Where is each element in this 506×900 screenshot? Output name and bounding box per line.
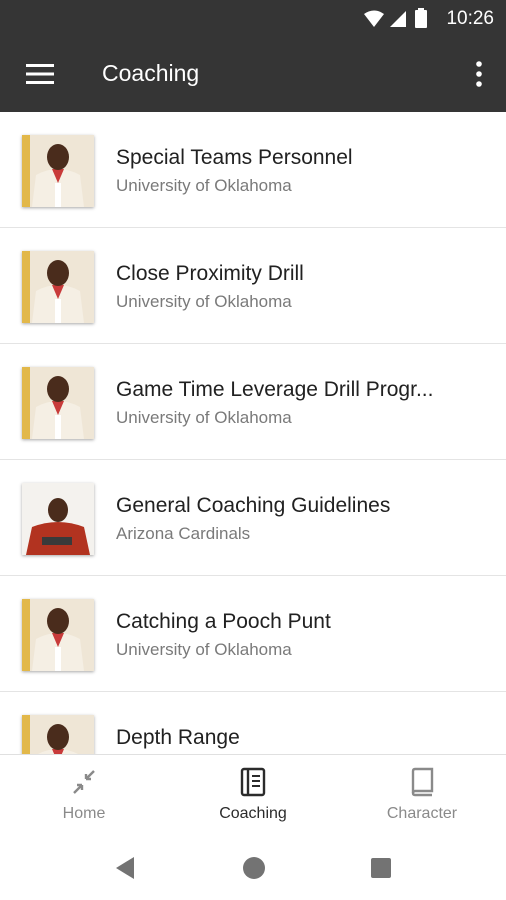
- nav-character[interactable]: Character: [338, 755, 506, 841]
- status-time: 10:26: [446, 8, 494, 29]
- app-bar: Coaching: [0, 38, 506, 112]
- more-vert-icon[interactable]: [474, 60, 484, 88]
- status-bar: 10:26: [0, 0, 506, 38]
- list-item[interactable]: Close Proximity Drill University of Okla…: [0, 228, 506, 344]
- list-item[interactable]: Game Time Leverage Drill Progr... Univer…: [0, 344, 506, 460]
- bottom-nav: Home Coaching Character: [0, 754, 506, 841]
- coach-thumbnail: [22, 483, 94, 555]
- page-title: Coaching: [102, 60, 200, 86]
- list-item[interactable]: Catching a Pooch Punt University of Okla…: [0, 576, 506, 692]
- coach-thumbnail: [22, 251, 94, 323]
- nav-coaching[interactable]: Coaching: [169, 755, 337, 841]
- item-subtitle: University of Oklahoma: [116, 640, 292, 659]
- nav-home[interactable]: Home: [0, 755, 168, 841]
- home-circle-icon[interactable]: [240, 854, 268, 882]
- hamburger-menu-icon[interactable]: [26, 63, 54, 85]
- status-icons: [364, 8, 427, 28]
- nav-coaching-label: Coaching: [219, 805, 287, 822]
- nav-character-label: Character: [386, 805, 458, 822]
- book-icon: [411, 767, 434, 797]
- coach-thumbnail: [22, 715, 94, 754]
- system-nav-bar: [0, 840, 506, 900]
- recents-square-icon[interactable]: [367, 854, 395, 882]
- coach-thumbnail: [22, 599, 94, 671]
- item-title: Special Teams Personnel: [116, 146, 353, 169]
- coach-thumbnail: [22, 135, 94, 207]
- item-subtitle: University of Oklahoma: [116, 408, 292, 427]
- item-title: General Coaching Guidelines: [116, 494, 391, 517]
- item-title: Depth Range: [116, 726, 240, 749]
- coach-thumbnail: [22, 367, 94, 439]
- battery-icon: [415, 10, 427, 28]
- list-item[interactable]: General Coaching Guidelines Arizona Card…: [0, 460, 506, 576]
- item-subtitle: Arizona Cardinals: [116, 524, 251, 543]
- item-title: Close Proximity Drill: [116, 262, 304, 285]
- item-subtitle: University of Oklahoma: [116, 176, 292, 195]
- coaching-list: Special Teams Personnel University of Ok…: [0, 112, 506, 754]
- list-item[interactable]: Special Teams Personnel University of Ok…: [0, 112, 506, 228]
- back-icon[interactable]: [112, 854, 140, 882]
- nav-home-label: Home: [62, 805, 106, 822]
- notebook-icon: [240, 767, 266, 797]
- wifi-icon: [364, 10, 384, 27]
- collapse-arrows-icon: [73, 770, 95, 794]
- item-title: Catching a Pooch Punt: [116, 610, 331, 633]
- item-title: Game Time Leverage Drill Progr...: [116, 378, 434, 401]
- item-subtitle: University of Oklahoma: [116, 292, 292, 311]
- signal-icon: [390, 11, 406, 27]
- list-item[interactable]: Depth Range: [0, 692, 506, 754]
